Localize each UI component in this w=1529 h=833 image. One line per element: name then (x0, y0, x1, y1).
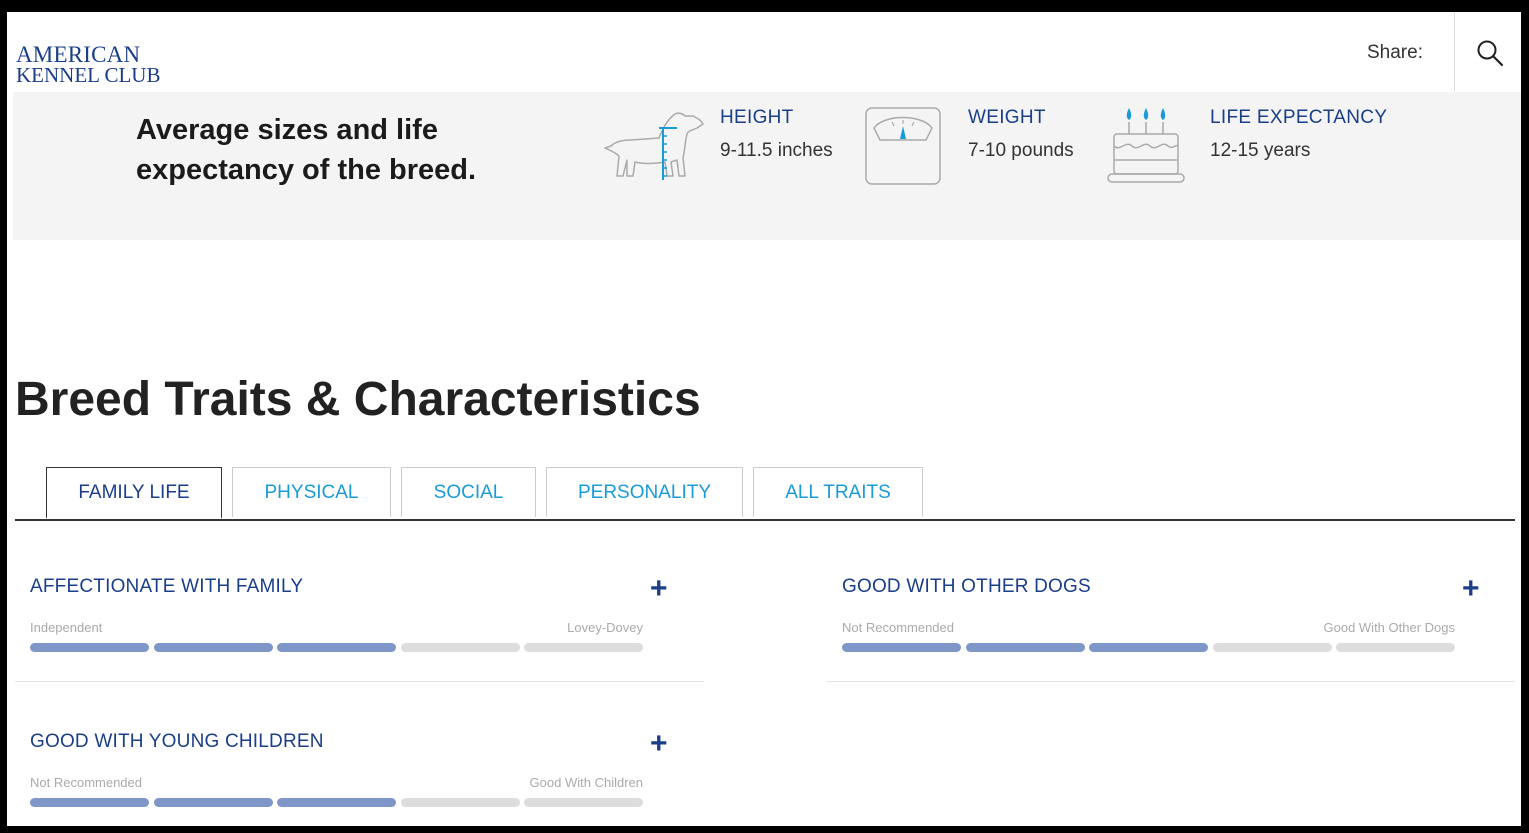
search-icon (1477, 40, 1504, 67)
rating-bar (842, 643, 1456, 653)
akc-logo[interactable]: AMERICAN KENNEL CLUB (16, 42, 161, 87)
rating-segment-empty (524, 798, 643, 807)
trait-low-label: Not Recommended (842, 620, 954, 635)
trait-low-label: Independent (30, 620, 103, 635)
rating-segment-empty (1212, 643, 1332, 652)
divider (827, 681, 1515, 682)
rating-bar (30, 798, 644, 808)
trait-high-label: Good With Children (529, 775, 643, 790)
weight-label: WEIGHT (968, 107, 1046, 128)
rating-segment-filled (842, 643, 961, 652)
search-button[interactable] (1454, 12, 1521, 91)
tab-all-traits[interactable]: ALL TRAITS (753, 467, 923, 517)
life-expectancy-value: 12-15 years (1210, 140, 1311, 161)
rating-segment-empty (524, 643, 643, 652)
trait-title: GOOD WITH OTHER DOGS (842, 576, 1091, 597)
stats-title: Average sizes and life expectancy of the… (136, 114, 477, 186)
tab-physical[interactable]: PHYSICAL (232, 467, 391, 517)
trait-title: AFFECTIONATE WITH FAMILY (30, 576, 304, 597)
expand-icon[interactable]: + (1462, 574, 1480, 604)
height-value: 9-11.5 inches (720, 140, 833, 161)
breed-size-stats: Average sizes and life expectancy of the… (13, 92, 1521, 240)
trait-title: GOOD WITH YOUNG CHILDREN (30, 731, 324, 752)
share-label: Share: (1367, 42, 1423, 63)
rating-segment-filled (965, 643, 1085, 652)
scale-icon (865, 107, 941, 185)
tab-social[interactable]: SOCIAL (401, 467, 536, 517)
rating-segment-empty (400, 643, 520, 652)
page: AMERICAN KENNEL CLUB Share: Average size… (7, 12, 1521, 826)
trait-low-label: Not Recommended (30, 775, 142, 790)
rating-segment-filled (30, 798, 149, 807)
tab-personality[interactable]: PERSONALITY (546, 467, 743, 517)
rating-segment-filled (277, 643, 396, 652)
weight-value: 7-10 pounds (968, 140, 1074, 161)
height-label: HEIGHT (720, 107, 794, 128)
life-expectancy-label: LIFE EXPECTANCY (1210, 107, 1388, 128)
rating-segment-empty (400, 798, 520, 807)
rating-bar (30, 643, 644, 653)
rating-segment-filled (153, 798, 273, 807)
trait-tabs: FAMILY LIFE PHYSICAL SOCIAL PERSONALITY … (15, 467, 1515, 521)
dog-height-icon (604, 112, 704, 180)
logo-line-2: KENNEL CLUB (16, 63, 161, 87)
site-header: AMERICAN KENNEL CLUB Share: (7, 12, 1521, 91)
expand-icon[interactable]: + (650, 729, 668, 759)
tab-family-life[interactable]: FAMILY LIFE (46, 467, 222, 519)
trait-high-label: Good With Other Dogs (1323, 620, 1456, 635)
divider (15, 681, 704, 682)
section-title: Breed Traits & Characteristics (15, 373, 701, 426)
birthday-cake-icon (1107, 108, 1185, 183)
rating-segment-empty (1336, 643, 1455, 652)
expand-icon[interactable]: + (650, 574, 668, 604)
rating-segment-filled (30, 643, 149, 652)
rating-segment-filled (1089, 643, 1208, 652)
logo-line-1: AMERICAN (16, 42, 141, 67)
rating-segment-filled (153, 643, 273, 652)
rating-segment-filled (277, 798, 396, 807)
trait-high-label: Lovey-Dovey (567, 620, 643, 635)
